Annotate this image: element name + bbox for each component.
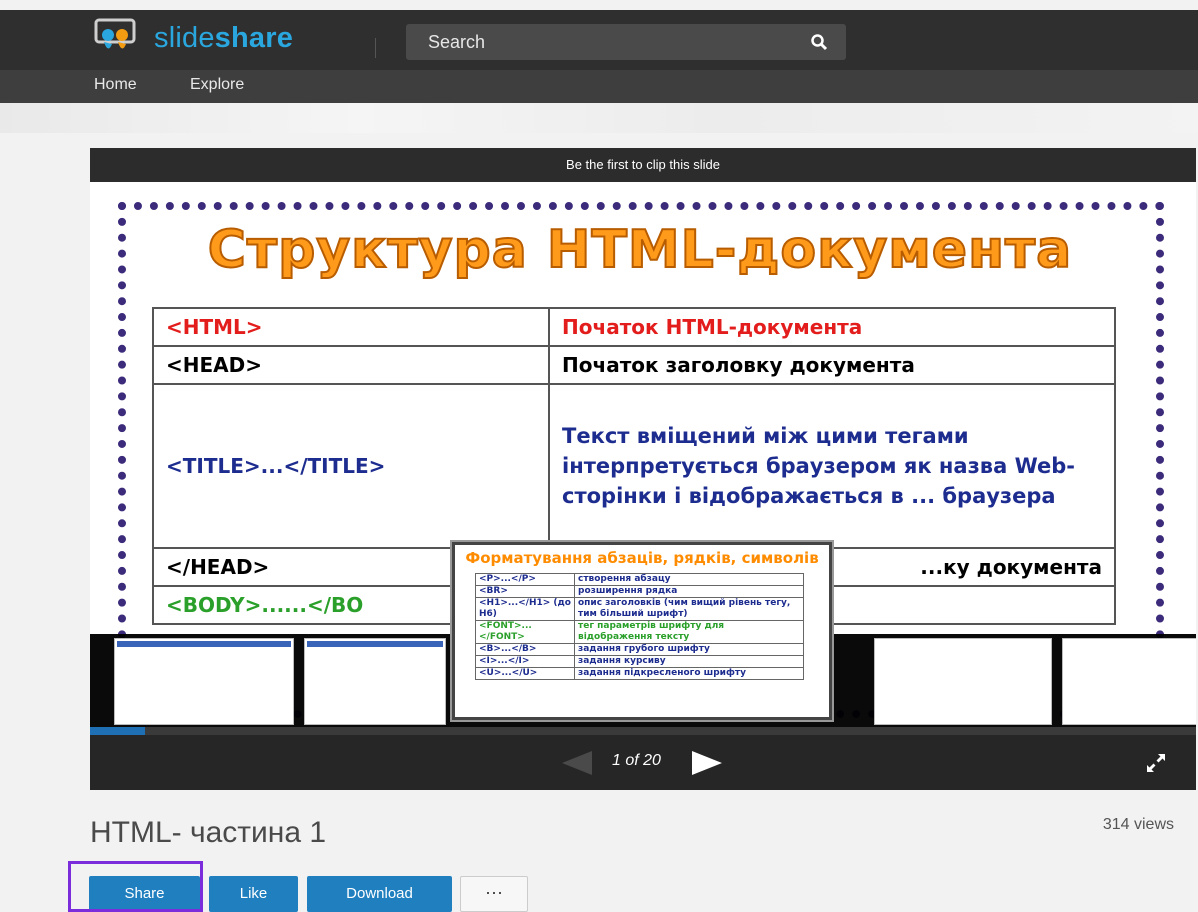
thumbnail-window-bar xyxy=(307,641,443,647)
thumbnail-window-bar xyxy=(117,641,291,647)
table-row: <H1>...</H1> (до H6) опис заголовків (чим… xyxy=(475,597,804,621)
table-cell: <FONT>... </FONT> xyxy=(475,620,575,644)
download-button[interactable]: Download xyxy=(307,876,452,912)
more-options-button[interactable]: ··· xyxy=(460,876,528,912)
table-row: <U>...</U> задання підкресленого шрифту xyxy=(475,667,804,680)
table-cell: Початок заголовку документа xyxy=(548,345,1116,385)
logo-text: slideshare xyxy=(154,21,294,54)
table-cell: задання курсиву xyxy=(574,655,804,668)
table-row: <BR> розширення рядка xyxy=(475,585,804,598)
search-input[interactable]: Search xyxy=(406,24,846,60)
table-row: <HTML> Початок HTML-документа xyxy=(152,307,1116,347)
table-cell: <I>...</I> xyxy=(475,655,575,668)
nav-bar: Home Explore xyxy=(0,70,1198,103)
table-row: <HEAD> Початок заголовку документа xyxy=(152,345,1116,385)
thumbnail[interactable] xyxy=(874,638,1052,725)
previous-slide-icon[interactable] xyxy=(562,751,592,775)
search-icon[interactable] xyxy=(810,33,828,51)
player-controls: 1 of 20 xyxy=(90,735,1196,790)
nav-home[interactable]: Home xyxy=(94,76,137,94)
fullscreen-icon[interactable] xyxy=(1144,751,1168,775)
next-slide-icon[interactable] xyxy=(692,751,722,775)
share-highlight xyxy=(68,861,203,912)
table-row: <I>...</I> задання курсиву xyxy=(475,655,804,668)
table-cell: задання грубого шрифту xyxy=(574,643,804,656)
table-cell: <TITLE>...</TITLE> xyxy=(152,383,550,549)
table-cell: створення абзацу xyxy=(574,573,804,586)
table-cell: розширення рядка xyxy=(574,585,804,598)
top-bar: slideshare Search xyxy=(0,10,1198,70)
table-cell: <BR> xyxy=(475,585,575,598)
table-cell: опис заголовків (чим вищий рівень тегу, … xyxy=(574,597,804,621)
table-cell: <H1>...</H1> (до H6) xyxy=(475,597,575,621)
table-cell: Початок HTML-документа xyxy=(548,307,1116,347)
thumbnail[interactable] xyxy=(304,638,446,725)
view-count: 314 views xyxy=(1102,816,1174,833)
table-cell: <P>...</P> xyxy=(475,573,575,586)
slide-player: Be the first to clip this slide Структур… xyxy=(90,148,1196,790)
table-row: <P>...</P> створення абзацу xyxy=(475,573,804,586)
thumbnail[interactable] xyxy=(114,638,294,725)
slideshare-logo-icon xyxy=(94,18,148,58)
table-cell: <HTML> xyxy=(152,307,550,347)
table-row: <B>...</B> задання грубого шрифту xyxy=(475,643,804,656)
nav-explore[interactable]: Explore xyxy=(190,76,244,94)
header-divider xyxy=(375,38,376,58)
table-row: <TITLE>...</TITLE> Текст вміщений між ци… xyxy=(152,383,1116,549)
banner-strip xyxy=(0,103,1198,133)
clip-bar[interactable]: Be the first to clip this slide xyxy=(90,148,1196,182)
slide-progress-fill xyxy=(90,727,146,735)
like-button[interactable]: Like xyxy=(209,876,298,912)
table-cell: задання підкресленого шрифту xyxy=(574,667,804,680)
slide-progress-bar[interactable] xyxy=(90,727,1196,735)
slide-view[interactable]: Структура HTML-документа <HTML> Початок … xyxy=(90,182,1196,727)
table-cell: <B>...</B> xyxy=(475,643,575,656)
slide-title: Структура HTML-документа xyxy=(207,219,1073,281)
table-row: <FONT>... </FONT> тег параметрів шрифту д… xyxy=(475,620,804,644)
thumbnail[interactable] xyxy=(1062,638,1196,725)
table-cell: <U>...</U> xyxy=(475,667,575,680)
search-placeholder: Search xyxy=(428,32,486,52)
page-indicator: 1 of 20 xyxy=(612,752,661,769)
preview-title: Форматування абзаців, рядків, символів xyxy=(465,549,819,567)
table-cell: Текст вміщений між цими тегами інтерпрет… xyxy=(548,383,1116,549)
thumbnail-preview[interactable]: Форматування абзаців, рядків, символів <… xyxy=(452,542,832,720)
table-cell: <HEAD> xyxy=(152,345,550,385)
preview-table: <P>...</P> створення абзацу <BR> розширенн… xyxy=(475,573,804,680)
slideshare-logo[interactable]: slideshare xyxy=(94,18,293,58)
document-title: HTML- частина 1 xyxy=(90,816,327,849)
table-cell: тег параметрів шрифту для відображення т… xyxy=(574,620,804,644)
